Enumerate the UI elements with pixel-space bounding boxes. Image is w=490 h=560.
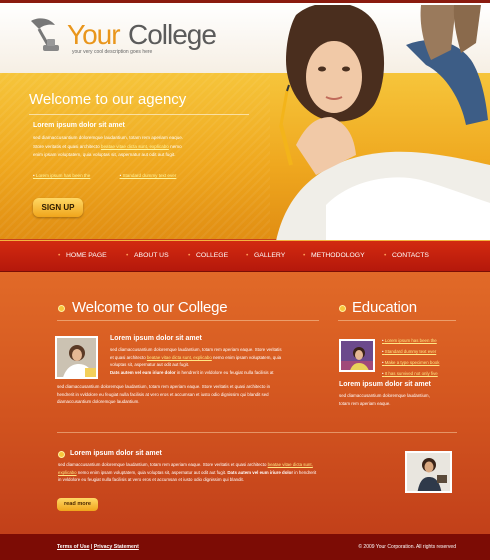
welcome-p1-line-2: et quasi architecto beatae vitae dicta s…	[110, 354, 322, 362]
hero-text-line-2: Store veritatis et quasi architecto beat…	[33, 143, 238, 152]
bottom-photo	[405, 451, 452, 493]
copyright: © 2009 Your Corporation. All rights rese…	[358, 544, 456, 550]
hero-link-1[interactable]: Lorem ipsum has been the	[33, 173, 90, 178]
welcome-photo	[55, 336, 98, 379]
nav-methodology[interactable]: METHODOLOGY	[303, 252, 365, 259]
hero-link-2[interactable]: Standard dummy text ever	[120, 173, 176, 178]
welcome-paragraph-2: sed diamaccusantium doloremque laudantiu…	[57, 383, 327, 406]
bottom-inline-link-2[interactable]: explicabo	[58, 470, 77, 475]
hero-text: sed diamaccusantium doloremque laudantiu…	[33, 134, 238, 160]
education-divider	[338, 320, 456, 321]
bottom-divider	[57, 432, 457, 433]
hero-links: Lorem ipsum has been the Standard dummy …	[33, 173, 204, 178]
tagline: your very cool description goes here	[72, 49, 153, 55]
hero-divider	[29, 114, 249, 115]
education-heading: Lorem ipsum dolor sit amet	[339, 381, 431, 388]
nav-home-page[interactable]: HOME PAGE	[58, 252, 107, 259]
hero-inline-link[interactable]: beatae vitae dicta sunt, explicabo	[101, 144, 169, 149]
nav-college[interactable]: COLLEGE	[188, 252, 228, 259]
main-content: Welcome to our College Lorem ipsum dolor…	[0, 272, 490, 534]
bottom-bullet-icon	[58, 451, 65, 458]
bottom-l1-a: sed diamaccusantium doloremque laudantiu…	[58, 462, 268, 467]
welcome-p1-bold: Dats autem vel eum iriure dolor	[110, 369, 176, 375]
welcome-p1-line-3: voluptas sit, aspernatur aut odit aut fu…	[110, 362, 190, 367]
hero-text-2a: Store veritatis et quasi architecto	[33, 143, 101, 149]
quill-logo-icon	[31, 18, 59, 51]
logo-college-text[interactable]: College	[128, 19, 217, 51]
welcome-p2-line-1: sed diamaccusantium doloremque laudantiu…	[57, 384, 271, 389]
bottom-heading: Lorem ipsum dolor sit amet	[70, 450, 162, 457]
hero-title: Welcome to our agency	[29, 91, 187, 108]
hero-text-line-3: enim ipsam voluptatem, quia voluptas sit…	[33, 152, 176, 158]
education-title: Education	[352, 299, 417, 316]
welcome-paragraph-1: sed diamaccusantium doloremque laudantiu…	[110, 346, 322, 376]
education-bullet-icon	[339, 305, 346, 312]
bottom-line-1: sed diamaccusantium doloremque laudantiu…	[58, 461, 388, 469]
education-link-4[interactable]: It has survived not only five	[382, 368, 439, 379]
education-text-line-2: totam rem aperiam eaque.	[339, 400, 391, 406]
welcome-p1-e: in hendrerit in vvldolore eu feugiat nul…	[175, 369, 274, 375]
bottom-l2-a: nemo enim ipsam voluptatem, quia volupta…	[76, 469, 228, 475]
welcome-inline-link[interactable]: beatae vitae dicta sunt, explicabo	[147, 355, 212, 360]
privacy-statement-link[interactable]: Privacy Statement	[94, 544, 139, 550]
footer: Terms of Use | Privacy Statement © 2009 …	[0, 534, 490, 560]
welcome-p1-c: nemo enim ipsam voluptatem, quia	[211, 354, 282, 360]
bottom-paragraph: sed diamaccusantium doloremque laudantiu…	[58, 461, 388, 484]
bottom-line-3: in vvldolore eu feugiat nulla facilisis …	[58, 477, 244, 482]
education-link-3[interactable]: Make a type specimen book	[382, 357, 440, 368]
terms-of-use-link[interactable]: Terms of Use	[57, 544, 89, 550]
welcome-bullet-icon	[58, 305, 65, 312]
bottom-inline-link-1[interactable]: beatae vitae dicta sunt,	[268, 462, 313, 467]
welcome-divider	[57, 320, 319, 321]
nav-contacts[interactable]: CONTACTS	[384, 252, 429, 259]
main-nav: HOME PAGE ABOUT US COLLEGE GALLERY METHO…	[0, 240, 490, 272]
sign-up-button[interactable]: SIGN UP	[33, 198, 83, 217]
education-photo	[339, 339, 375, 372]
welcome-p1-line-4: Dats autem vel eum iriure dolor in hendr…	[110, 369, 322, 377]
bottom-l2-b: in hendrerit	[293, 469, 317, 475]
read-more-button[interactable]: read more	[57, 498, 98, 511]
logo-your-text[interactable]: Your	[67, 19, 121, 51]
welcome-title: Welcome to our College	[72, 299, 228, 316]
education-link-2[interactable]: Standard dummy text ever	[382, 346, 439, 357]
education-text: sed diamaccusantium doloremque laudantiu…	[339, 392, 469, 407]
education-links: Lorem ipsum has been the Standard dummy …	[382, 335, 440, 379]
nav-gallery[interactable]: GALLERY	[246, 252, 285, 259]
education-link-1[interactable]: Lorem ipsum has been the	[382, 335, 439, 346]
student-photo	[276, 5, 490, 241]
welcome-heading: Lorem ipsum dolor sit amet	[110, 335, 202, 342]
welcome-p2-line-3: diamaccusantium doloremque laudantium.	[57, 399, 140, 404]
welcome-p1-b: et quasi architecto	[110, 354, 147, 360]
footer-links: Terms of Use | Privacy Statement	[57, 544, 139, 550]
bottom-line-2: explicabo nemo enim ipsam voluptatem, qu…	[58, 469, 388, 477]
hero-text-2b: nemo	[168, 143, 182, 149]
welcome-p1-line-1: sed diamaccusantium doloremque laudantiu…	[110, 347, 282, 352]
welcome-p2-line-2: hendrerit in vvldolore eu feugiat nulla …	[57, 391, 269, 397]
nav-about-us[interactable]: ABOUT US	[126, 252, 169, 259]
education-text-line-1: sed diamaccusantium doloremque laudantiu…	[339, 393, 430, 398]
bottom-l2-bold: Dats autem vel eum iriure dolor	[227, 469, 294, 475]
hero-text-line-1: sed diamaccusantium doloremque laudantiu…	[33, 135, 184, 140]
hero-heading: Lorem ipsum dolor sit amet	[33, 122, 125, 129]
